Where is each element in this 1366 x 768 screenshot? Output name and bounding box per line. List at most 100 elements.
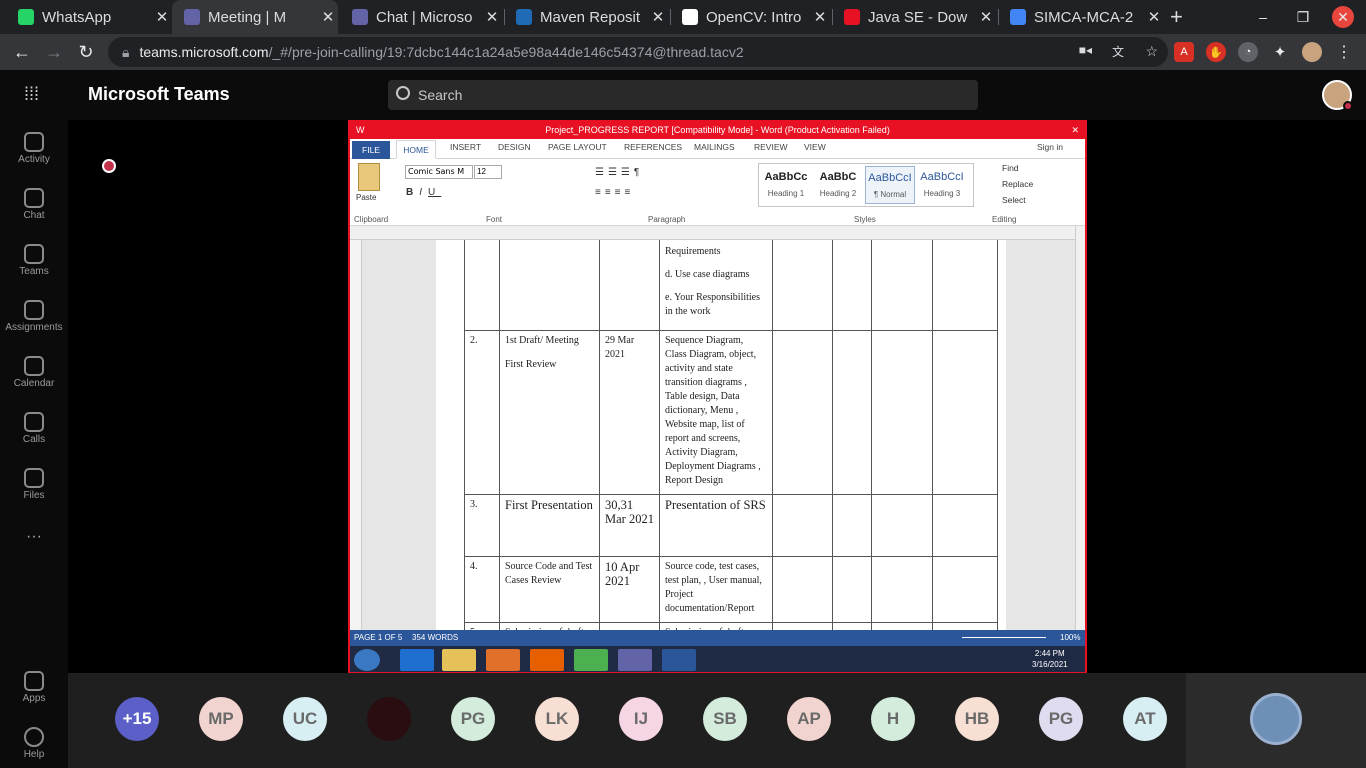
apps-button[interactable]: Apps bbox=[0, 665, 68, 721]
vertical-scrollbar[interactable] bbox=[1075, 226, 1085, 630]
close-tab-icon[interactable]: ✕ bbox=[648, 8, 668, 26]
browser-tab[interactable]: OpenCV: Intro ✕ bbox=[670, 0, 830, 34]
align-buttons[interactable]: ≡≡≡≡ bbox=[595, 187, 634, 198]
browser-tab[interactable]: SIMCA-MCA-2 ✕ bbox=[998, 0, 1164, 34]
ribbon-tab-home[interactable]: HOME bbox=[396, 140, 436, 159]
activity-text: Source Code and Test Cases Review bbox=[505, 561, 593, 586]
browser-tab[interactable]: Chat | Microso ✕ bbox=[340, 0, 502, 34]
table-cell: First Presentation bbox=[499, 494, 600, 557]
help-label: Help bbox=[23, 749, 45, 760]
system-clock[interactable]: 2:44 PM 3/16/2021 bbox=[1032, 648, 1068, 670]
back-button[interactable]: ← bbox=[8, 34, 36, 70]
word-taskbar-icon[interactable] bbox=[662, 649, 696, 671]
font-size-select[interactable]: 12 bbox=[474, 165, 502, 179]
rail-item-chat[interactable]: Chat bbox=[0, 182, 68, 238]
close-window-button[interactable]: ✕ bbox=[1323, 0, 1363, 34]
adblock-extension-icon[interactable]: ✋ bbox=[1206, 42, 1226, 62]
ribbon-tab[interactable]: PAGE LAYOUT bbox=[548, 142, 607, 152]
close-tab-icon[interactable]: ✕ bbox=[976, 8, 996, 26]
media-icon[interactable] bbox=[486, 649, 520, 671]
close-tab-icon[interactable]: ✕ bbox=[1144, 8, 1164, 26]
rail-item-calendar[interactable]: Calendar bbox=[0, 350, 68, 406]
ribbon-tab[interactable]: REFERENCES bbox=[624, 142, 682, 152]
camera-icon[interactable]: ■◂ bbox=[1079, 43, 1092, 57]
participant-avatar: SB bbox=[703, 697, 747, 741]
word-close-icon[interactable]: ✕ bbox=[1071, 122, 1079, 139]
ribbon-tab-file[interactable]: FILE bbox=[352, 141, 390, 159]
table-cell bbox=[832, 556, 872, 623]
help-button[interactable]: Help bbox=[0, 721, 68, 768]
ribbon-tab[interactable]: MAILINGS bbox=[694, 142, 735, 152]
participant-avatar: H bbox=[871, 697, 915, 741]
close-tab-icon[interactable]: ✕ bbox=[810, 8, 830, 26]
table-cell-text: e. Your Responsibilities in the work bbox=[665, 292, 761, 317]
translate-icon[interactable]: 文 bbox=[1112, 43, 1124, 60]
zoom-slider[interactable] bbox=[962, 637, 1046, 638]
style-preview: AaBbCcI bbox=[920, 171, 964, 183]
style-gallery-item[interactable]: AaBbCc Heading 1 bbox=[761, 166, 811, 204]
reload-button[interactable]: ↻ bbox=[72, 34, 100, 70]
app-launcher-icon[interactable]: ⁞⁞⁞ bbox=[24, 84, 44, 104]
more-participants-button[interactable]: +15 bbox=[115, 697, 159, 741]
close-tab-icon[interactable]: ✕ bbox=[318, 8, 338, 26]
restore-icon[interactable]: ❐ bbox=[1283, 0, 1323, 34]
address-input[interactable]: 🔒︎ teams.microsoft.com/_#/pre-join-calli… bbox=[108, 37, 1168, 67]
rail-item-calls[interactable]: Calls bbox=[0, 406, 68, 462]
bookmark-star-icon[interactable]: ☆ bbox=[1145, 43, 1158, 60]
editing-replace-button[interactable]: Replace bbox=[988, 179, 1068, 195]
profile-avatar[interactable] bbox=[1302, 42, 1322, 62]
browser-tab[interactable]: WhatsApp ✕ bbox=[6, 0, 172, 34]
pdf-extension-icon[interactable]: A bbox=[1174, 42, 1194, 62]
sign-in-link[interactable]: Sign in bbox=[1037, 142, 1063, 152]
style-gallery-item[interactable]: AaBbC Heading 2 bbox=[813, 166, 863, 204]
search-input[interactable]: Search bbox=[388, 80, 978, 110]
font-format-buttons[interactable]: BIU bbox=[406, 187, 441, 198]
editing-find-button[interactable]: Find bbox=[988, 163, 1068, 179]
minimize-icon[interactable]: – bbox=[1243, 0, 1283, 34]
rail-item-files[interactable]: Files bbox=[0, 462, 68, 518]
explorer-icon[interactable] bbox=[442, 649, 476, 671]
puzzle-icon[interactable]: ✦ bbox=[1270, 42, 1290, 62]
ie-icon[interactable] bbox=[400, 649, 434, 671]
paste-icon[interactable] bbox=[358, 163, 380, 191]
browser-tab[interactable]: Java SE - Dow ✕ bbox=[832, 0, 996, 34]
chrome-icon[interactable] bbox=[574, 649, 608, 671]
close-tab-icon[interactable]: ✕ bbox=[152, 8, 172, 26]
rail-item-activity[interactable]: Activity bbox=[0, 126, 68, 182]
table-cell: Sequence Diagram, Class Diagram, object,… bbox=[659, 330, 773, 495]
rail-item-teams[interactable]: Teams bbox=[0, 238, 68, 294]
help-icon bbox=[24, 727, 44, 747]
activity-text: First Review bbox=[505, 359, 557, 370]
editing-select-button[interactable]: Select bbox=[988, 195, 1068, 211]
browser-tab-title: Meeting | M bbox=[208, 8, 287, 26]
menu-icon[interactable]: ⋮ bbox=[1334, 42, 1354, 62]
ribbon-tab[interactable]: VIEW bbox=[804, 142, 826, 152]
forward-button[interactable]: → bbox=[40, 34, 68, 70]
table-cell bbox=[832, 622, 872, 630]
rail-item-assignments[interactable]: Assignments bbox=[0, 294, 68, 350]
browser-tab[interactable]: Maven Reposit ✕ bbox=[504, 0, 668, 34]
ribbon-group-label: Editing bbox=[992, 215, 1017, 224]
firefox-icon[interactable] bbox=[530, 649, 564, 671]
recording-icon bbox=[102, 159, 116, 173]
start-icon[interactable] bbox=[354, 649, 380, 671]
rail-item-label: Files bbox=[23, 490, 45, 501]
style-gallery-item[interactable]: AaBbCcI ¶ Normal bbox=[865, 166, 915, 204]
extension-icon[interactable]: ◔ bbox=[1238, 42, 1258, 62]
table-cell: 2. bbox=[464, 330, 500, 495]
ribbon-tab[interactable]: INSERT bbox=[450, 142, 481, 152]
list-buttons[interactable]: ☰☰☰¶ bbox=[595, 167, 643, 178]
new-tab-button[interactable]: + bbox=[1170, 0, 1194, 34]
more-apps-button[interactable]: ··· bbox=[0, 528, 68, 584]
table-cell: 4. bbox=[464, 556, 500, 623]
browser-tab[interactable]: Meeting | M ✕ bbox=[172, 0, 338, 34]
ribbon-tab[interactable]: DESIGN bbox=[498, 142, 531, 152]
table-row: 2. 1st Draft/ Meeting First Review 29 Mar 2… bbox=[464, 330, 998, 495]
table-cell bbox=[871, 330, 933, 495]
ribbon-tab[interactable]: REVIEW bbox=[754, 142, 788, 152]
user-avatar[interactable] bbox=[1322, 80, 1353, 111]
teams-taskbar-icon[interactable] bbox=[618, 649, 652, 671]
close-tab-icon[interactable]: ✕ bbox=[482, 8, 502, 26]
style-gallery-item[interactable]: AaBbCcI Heading 3 bbox=[917, 166, 967, 204]
font-name-select[interactable]: Comic Sans M bbox=[405, 165, 473, 179]
